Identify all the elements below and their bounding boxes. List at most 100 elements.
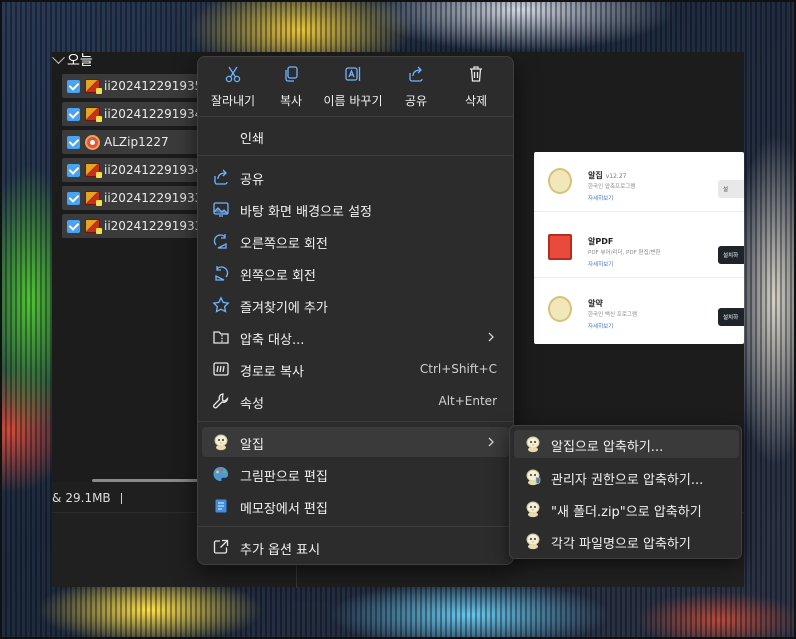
menu-item-print[interactable]: 인쇄 <box>202 121 509 151</box>
preview-title: 알PDF <box>588 237 614 246</box>
checkbox-checked[interactable] <box>67 219 80 233</box>
image-file-icon <box>85 79 102 94</box>
alzip-mascot-icon <box>548 168 572 194</box>
alzip-admin-icon <box>526 469 541 486</box>
preview-link: 자세히보기 <box>588 262 614 268</box>
menu-item-set-wallpaper[interactable]: 바탕 화면 배경으로 설정 <box>202 194 509 224</box>
preview-title: 알약 <box>588 299 603 308</box>
copy-icon <box>285 66 298 82</box>
share-icon <box>214 169 228 185</box>
rename-icon <box>345 67 361 81</box>
menu-item-label: 공유 <box>240 173 264 188</box>
menu-item-label: 메모장에서 편집 <box>240 502 328 517</box>
image-file-icon <box>85 191 102 206</box>
preview-desc: 한국인 압축프로그램 <box>588 184 636 190</box>
menu-divider <box>198 155 513 156</box>
cut-label: 잘라내기 <box>210 94 256 108</box>
chevron-right-icon <box>488 332 494 342</box>
menu-item-label: 오른쪽으로 회전 <box>240 237 328 252</box>
context-action-bar: 잘라내기 복사 이름 바꾸기 공유 삭제 <box>198 57 513 117</box>
menu-divider <box>198 526 513 527</box>
delete-label: 삭제 <box>464 94 488 108</box>
wallpaper-icon <box>213 202 229 217</box>
alyac-mascot-icon <box>548 296 572 322</box>
menu-item-label: 인쇄 <box>240 132 264 147</box>
menu-item-rotate-right[interactable]: 오른쪽으로 회전 <box>202 226 509 256</box>
submenu-item-compress-admin[interactable]: 관리자 권한으로 압축하기... <box>514 463 739 491</box>
menu-item-label: 추가 옵션 표시 <box>240 543 321 558</box>
preview-button: 설치하 <box>718 308 744 326</box>
preview-button: 설치하 <box>718 246 744 264</box>
checkbox-checked[interactable] <box>67 191 80 205</box>
menu-item-label: 왼쪽으로 회전 <box>240 269 316 284</box>
preview-button: 설 <box>718 180 744 198</box>
submenu-item-compress-new-folder[interactable]: "새 폴더.zip"으로 압축하기 <box>514 495 739 523</box>
checkbox-checked[interactable] <box>67 107 80 121</box>
menu-divider <box>198 421 513 422</box>
file-name: ii2024122919335 <box>104 191 210 205</box>
alzip-icon <box>526 533 540 550</box>
submenu-item-compress-each[interactable]: 각각 파일명으로 압축하기 <box>514 527 739 555</box>
more-options-icon <box>213 539 229 554</box>
rename-button[interactable]: 이름 바꾸기 <box>318 65 388 113</box>
submenu-item-label: "새 폴더.zip"으로 압축하기 <box>551 505 702 520</box>
menu-item-edit-notepad[interactable]: 메모장에서 편집 <box>202 491 509 521</box>
trash-icon <box>470 66 482 82</box>
menu-item-show-more-options[interactable]: 추가 옵션 표시 <box>202 532 509 562</box>
file-name: ii2024122919333 <box>104 219 210 233</box>
preview-desc: PDF 뷰어/리더, PDF 편집/변환 <box>588 250 661 256</box>
menu-item-rotate-left[interactable]: 왼쪽으로 회전 <box>202 258 509 288</box>
rotate-left-icon <box>215 266 229 281</box>
notepad-icon <box>215 499 227 513</box>
file-name: ALZip1227 <box>104 135 169 149</box>
menu-item-label: 그림판으로 편집 <box>240 470 328 485</box>
menu-item-alzip[interactable]: 알집 <box>202 427 509 457</box>
file-name: ii2024122919340 <box>104 163 210 177</box>
menu-item-compress-to[interactable]: 압축 대상... <box>202 322 509 352</box>
delete-button[interactable]: 삭제 <box>441 65 511 113</box>
image-file-icon <box>85 107 102 122</box>
menu-item-properties[interactable]: 속성 Alt+Enter <box>202 386 509 416</box>
rotate-right-icon <box>213 234 227 249</box>
checkbox-checked[interactable] <box>67 135 80 149</box>
preview-item: 알PDF PDF 뷰어/리더, PDF 편집/변환 자세히보기 설치하 <box>534 218 744 278</box>
alzip-submenu: 알집으로 압축하기... 관리자 권한으로 압축하기... "새 폴더.zip"… <box>509 425 742 559</box>
status-selected-size: 29.1MB <box>65 491 111 505</box>
menu-item-label: 즐겨찾기에 추가 <box>240 301 328 316</box>
menu-item-label: 알집 <box>240 438 264 453</box>
menu-item-shortcut: Alt+Enter <box>438 394 497 408</box>
file-name: ii2024122919350 <box>104 79 210 93</box>
copy-label: 복사 <box>279 94 303 108</box>
submenu-item-label: 알집으로 압축하기... <box>551 440 664 455</box>
checkbox-checked[interactable] <box>67 163 80 177</box>
preview-item: 알집 v12.27 한국인 압축프로그램 자세히보기 설 <box>534 152 744 212</box>
star-icon <box>212 296 230 313</box>
menu-item-add-favorite[interactable]: 즐겨찾기에 추가 <box>202 290 509 320</box>
group-header-label: 오늘 <box>67 53 93 69</box>
rename-label: 이름 바꾸기 <box>323 94 383 108</box>
menu-item-share[interactable]: 공유 <box>202 162 509 192</box>
menu-item-shortcut: Ctrl+Shift+C <box>419 362 497 376</box>
file-name: ii2024122919343 <box>104 107 210 121</box>
preview-link: 자세히보기 <box>588 324 614 330</box>
share-icon <box>409 66 423 82</box>
menu-item-label: 속성 <box>240 397 264 412</box>
preview-image: 알집 v12.27 한국인 압축프로그램 자세히보기 설 알PDF PDF 뷰어/… <box>534 152 744 344</box>
menu-item-edit-paint[interactable]: 그림판으로 편집 <box>202 459 509 489</box>
status-prefix: & <box>52 491 62 505</box>
checkbox-checked[interactable] <box>67 79 80 93</box>
copy-button[interactable]: 복사 <box>256 65 326 113</box>
submenu-item-label: 관리자 권한으로 압축하기... <box>551 473 704 488</box>
alpdf-icon <box>548 234 572 260</box>
menu-item-label: 바탕 화면 배경으로 설정 <box>240 205 372 220</box>
zip-folder-icon <box>213 331 229 344</box>
submenu-item-compress-alzip[interactable]: 알집으로 압축하기... <box>514 430 739 458</box>
group-header-today[interactable]: 오늘 <box>52 50 93 69</box>
menu-item-copy-path[interactable]: 경로로 복사 Ctrl+Shift+C <box>202 354 509 384</box>
menu-item-label: 경로로 복사 <box>240 365 304 380</box>
menu-item-label: 압축 대상... <box>240 333 305 348</box>
submenu-item-label: 각각 파일명으로 압축하기 <box>551 537 691 552</box>
copy-path-icon <box>213 362 229 376</box>
chevron-right-icon <box>488 437 494 447</box>
share-label: 공유 <box>404 94 428 108</box>
